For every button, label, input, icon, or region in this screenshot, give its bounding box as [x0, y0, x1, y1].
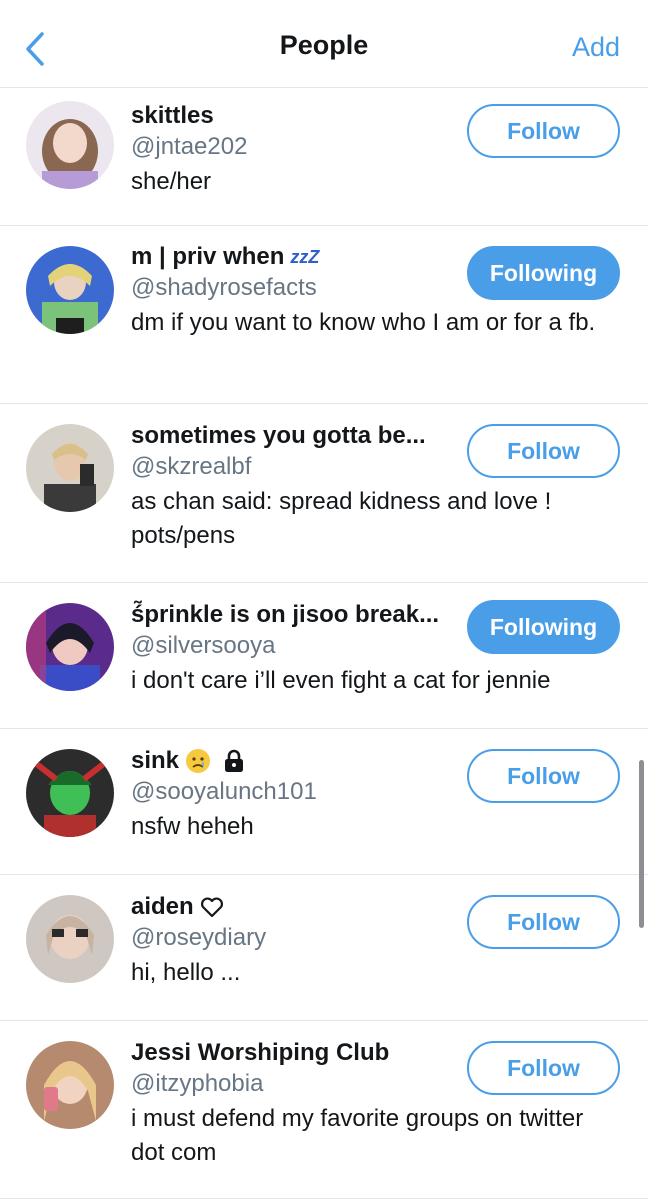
avatar[interactable] — [26, 895, 114, 983]
lock-icon — [225, 749, 244, 772]
list-item[interactable]: aiden @roseydiary hi, hello ... Follow — [0, 875, 648, 1021]
avatar[interactable] — [26, 749, 114, 837]
avatar[interactable] — [26, 424, 114, 512]
user-bio: nsfw heheh — [131, 813, 254, 840]
user-bio: as chan said: spread kidness and love ! … — [131, 488, 552, 549]
list-item[interactable]: Jessi Worshiping Club @itzyphobia i must… — [0, 1021, 648, 1199]
display-name: sometimes you gotta be... — [131, 422, 426, 449]
display-name: Jessi Worshiping Club — [131, 1039, 390, 1066]
list-item[interactable]: ś̃prinkle is on jisoo break... @silverso… — [0, 583, 648, 729]
follow-button[interactable]: Follow — [467, 1041, 620, 1095]
add-button[interactable]: Add — [572, 32, 620, 63]
follow-button[interactable]: Follow — [467, 424, 620, 478]
avatar[interactable] — [26, 101, 114, 189]
scrollbar[interactable] — [639, 760, 644, 928]
user-bio: she/her — [131, 168, 212, 195]
avatar[interactable] — [26, 246, 114, 334]
display-name: m | priv when zzZ — [131, 243, 320, 270]
list-item[interactable]: m | priv when zzZ @shadyrosefacts dm if … — [0, 226, 648, 404]
crying-face-emoji — [186, 749, 211, 773]
follow-button[interactable]: Follow — [467, 749, 620, 803]
avatar[interactable] — [26, 1041, 114, 1129]
avatar[interactable] — [26, 603, 114, 691]
following-button[interactable]: Following — [467, 600, 620, 654]
navigation-bar: People Add — [0, 0, 648, 88]
list-item[interactable]: sink @sooyalunch101 nsfw heheh Follow — [0, 729, 648, 875]
page-title: People — [279, 30, 369, 60]
sleeping-zzz-icon: zzZ — [290, 247, 320, 267]
following-button[interactable]: Following — [467, 246, 620, 300]
follow-button[interactable]: Follow — [467, 895, 620, 949]
display-name: sink — [131, 746, 461, 776]
display-name: aiden — [131, 892, 461, 922]
user-bio: i must defend my favorite groups on twit… — [131, 1105, 584, 1166]
heart-outline-icon — [200, 897, 223, 918]
list-item[interactable]: sometimes you gotta be... @skzrealbf as … — [0, 404, 648, 583]
user-bio: i don't care i’ll even fight a cat for j… — [131, 667, 551, 694]
user-bio: hi, hello ... — [131, 959, 241, 986]
people-list: skittles @jntae202 she/her Follow m | pr… — [0, 89, 648, 1199]
list-item[interactable]: skittles @jntae202 she/her Follow — [0, 89, 648, 226]
follow-button[interactable]: Follow — [467, 104, 620, 158]
display-name: skittles — [131, 102, 214, 129]
display-name: ś̃prinkle is on jisoo break... — [131, 601, 440, 628]
user-bio: dm if you want to know who I am or for a… — [131, 309, 596, 336]
